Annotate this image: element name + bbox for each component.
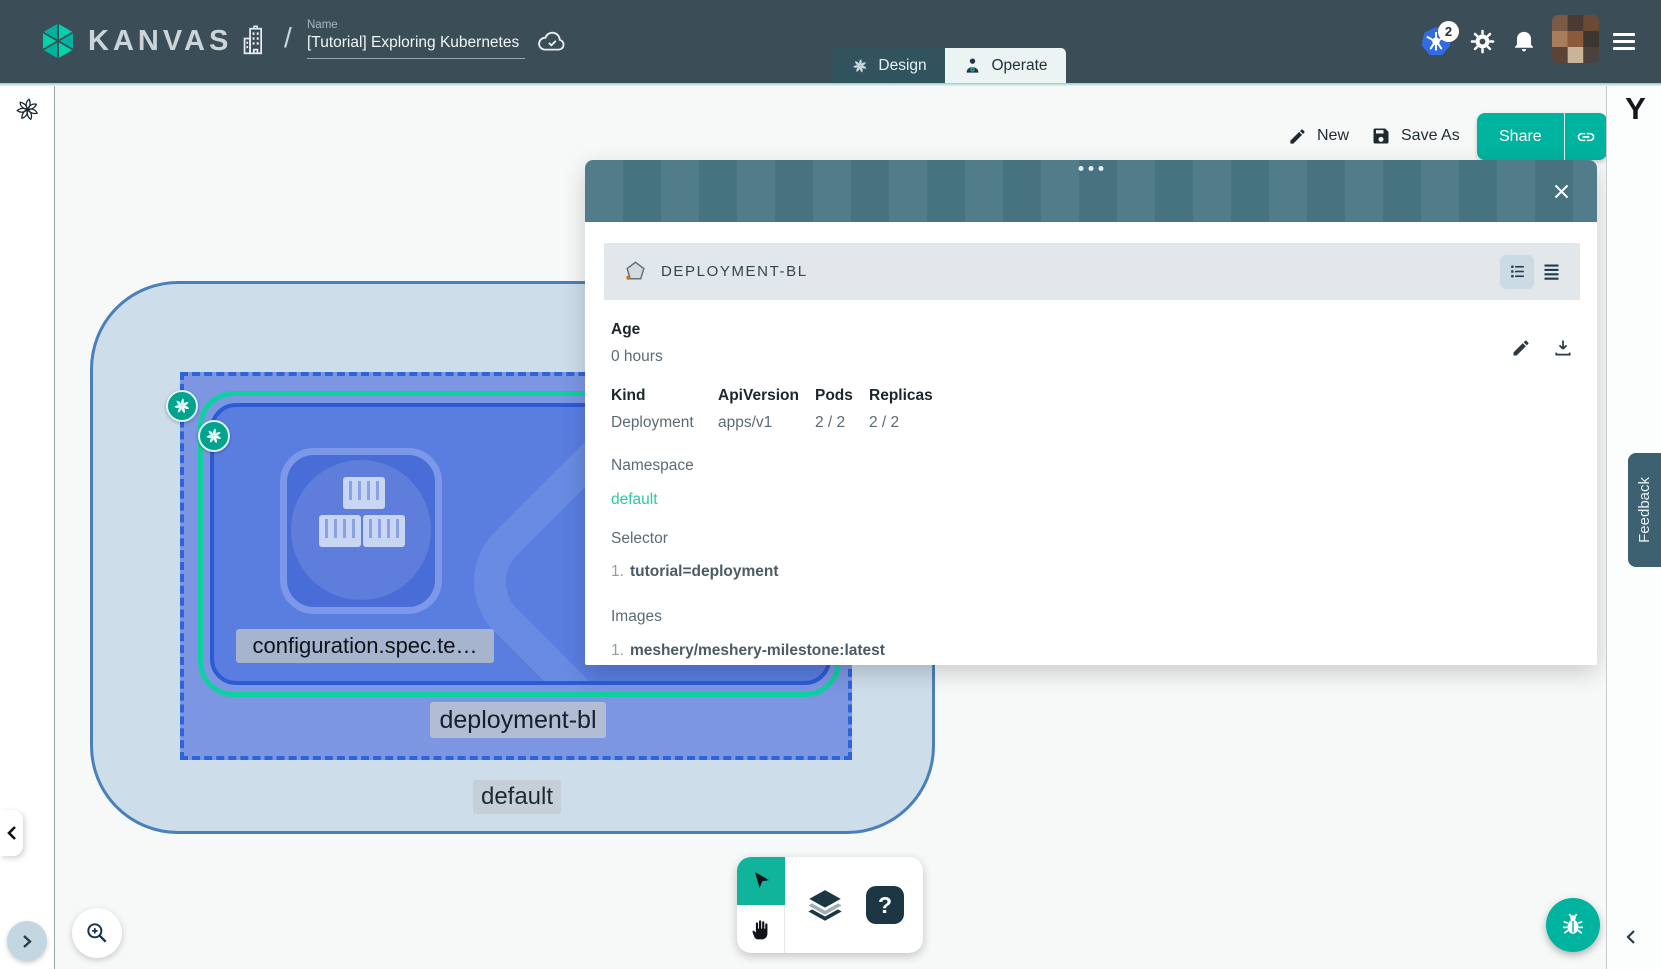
col-header: Replicas	[869, 387, 939, 405]
selector-value: 1.tutorial=deployment	[611, 563, 1573, 581]
meshery-badge-icon[interactable]	[166, 390, 198, 422]
container-icon	[343, 477, 385, 509]
share-button[interactable]: Share	[1477, 128, 1564, 146]
pod-template-node[interactable]	[280, 448, 442, 614]
images-value: 1.meshery/meshery-milestone:latest	[611, 642, 1573, 660]
container-icon	[363, 515, 405, 547]
save-as-label: Save As	[1401, 127, 1460, 145]
save-as-button[interactable]: Save As	[1371, 121, 1460, 151]
tab-operate[interactable]: Operate	[945, 48, 1066, 83]
mode-switcher: Design Operate	[833, 48, 1066, 83]
notifications-bell-icon[interactable]	[1511, 27, 1537, 54]
breadcrumb-separator: /	[284, 22, 292, 54]
namespace-value[interactable]: default	[611, 491, 1573, 509]
pentagon-node-icon	[623, 259, 648, 284]
design-name-field[interactable]: Name [Tutorial] Exploring Kubernetes	[307, 19, 525, 59]
images-label: Images	[611, 608, 1573, 626]
canvas-tool-dock: ?	[737, 857, 923, 953]
age-label: Age	[611, 321, 1573, 339]
col-header: ApiVersion	[718, 387, 815, 405]
panel-body: Age 0 hours Kind ApiVersion Pods Replica…	[585, 321, 1597, 660]
design-name-label: Name	[307, 19, 525, 31]
collapse-right-chevron-icon[interactable]	[1624, 928, 1638, 946]
node-details-panel: DEPLOYMENT-BL	[585, 160, 1597, 665]
expand-left-drawer-button[interactable]	[7, 921, 47, 961]
header-accent-line	[0, 83, 1661, 86]
feedback-label: Feedback	[1636, 477, 1653, 543]
menu-hamburger-icon[interactable]	[1613, 33, 1635, 54]
share-button-group: Share	[1477, 113, 1607, 160]
save-icon	[1371, 126, 1391, 146]
context-count-badge: 2	[1438, 21, 1459, 42]
tab-design[interactable]: Design	[833, 48, 945, 83]
magnifier-plus-icon	[84, 920, 110, 946]
lines-list-icon	[1541, 261, 1562, 282]
cursor-arrow-icon	[749, 869, 773, 893]
tab-operate-label: Operate	[991, 57, 1047, 75]
design-name-input[interactable]: [Tutorial] Exploring Kubernetes	[307, 34, 525, 59]
kind-table: Kind ApiVersion Pods Replicas Deployment…	[611, 387, 1573, 432]
cell-replicas: 2 / 2	[869, 414, 939, 432]
col-header: Kind	[611, 387, 718, 405]
layers-tool-icon[interactable]	[804, 884, 846, 926]
cloud-saved-icon	[536, 28, 568, 54]
panel-title-bar: DEPLOYMENT-BL	[604, 243, 1580, 300]
collapse-left-handle[interactable]	[0, 810, 23, 856]
col-header: Pods	[815, 387, 869, 405]
meshery-swirl-icon	[851, 57, 869, 75]
top-bar: KANVAS / Name [Tutorial] Exploring Kuber…	[0, 0, 1661, 83]
close-icon[interactable]	[1552, 182, 1571, 201]
help-label: ?	[878, 892, 892, 919]
cell-pods: 2 / 2	[815, 414, 869, 432]
organization-icon[interactable]	[240, 25, 270, 57]
operator-person-icon	[963, 56, 982, 75]
pan-tool-button[interactable]	[737, 905, 785, 953]
age-value: 0 hours	[611, 348, 1573, 366]
pod-template-label: configuration.spec.te…	[236, 629, 494, 663]
copy-link-button[interactable]	[1565, 127, 1607, 147]
download-icon[interactable]	[1553, 338, 1573, 358]
layer5-y-logo[interactable]: Y	[1607, 91, 1661, 127]
bug-icon	[1559, 911, 1587, 939]
zoom-in-button[interactable]	[72, 908, 122, 958]
new-label: New	[1317, 127, 1349, 145]
feedback-tab[interactable]: Feedback	[1628, 453, 1661, 567]
left-dock	[0, 86, 55, 969]
validate-bug-button[interactable]	[1546, 898, 1600, 952]
namespace-label: Namespace	[611, 457, 1573, 475]
deployment-node-label: deployment-bl	[430, 702, 606, 738]
selector-label: Selector	[611, 530, 1573, 548]
chevron-left-icon	[5, 825, 19, 841]
settings-gear-icon[interactable]	[1469, 28, 1496, 55]
chevron-right-icon	[21, 934, 34, 949]
panel-header[interactable]	[585, 160, 1597, 222]
user-avatar[interactable]	[1552, 15, 1599, 63]
cell-kind: Deployment	[611, 414, 718, 432]
link-icon	[1576, 127, 1596, 147]
drag-handle-dots[interactable]	[1079, 166, 1104, 171]
meshery-outline-icon[interactable]	[14, 96, 41, 123]
right-dock: Y Feedback	[1606, 83, 1661, 969]
kanvas-logo-icon[interactable]	[36, 19, 80, 63]
panel-title: DEPLOYMENT-BL	[661, 263, 1500, 280]
namespace-node-label: default	[473, 780, 561, 814]
new-design-button[interactable]: New	[1288, 121, 1349, 151]
tab-design-label: Design	[878, 57, 926, 75]
brand-title: KANVAS	[88, 25, 232, 58]
meshery-badge-icon[interactable]	[198, 420, 230, 452]
select-tool-button[interactable]	[737, 857, 785, 905]
container-icon	[319, 515, 361, 547]
cell-apiversion: apps/v1	[718, 414, 815, 432]
hand-icon	[749, 917, 774, 942]
view-compact-toggle[interactable]	[1500, 255, 1534, 289]
view-list-toggle[interactable]	[1534, 255, 1568, 289]
list-dots-icon	[1508, 262, 1527, 281]
pencil-icon	[1288, 127, 1307, 146]
help-button[interactable]: ?	[866, 886, 904, 924]
edit-pencil-icon[interactable]	[1511, 338, 1531, 358]
